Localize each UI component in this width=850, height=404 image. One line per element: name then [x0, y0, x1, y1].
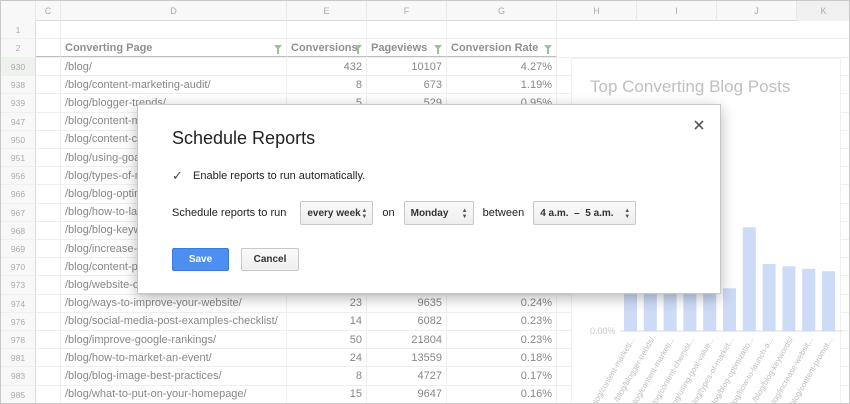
enable-reports-row: ✓ Enable reports to run automatically.: [172, 169, 365, 183]
time-range-select[interactable]: 4 a.m. – 5 a.m. ▲ ▼: [533, 201, 637, 225]
schedule-label: Schedule reports to run: [172, 207, 287, 219]
save-button[interactable]: Save: [172, 248, 229, 271]
schedule-row: Schedule reports to run every week ▲ ▼ on…: [172, 201, 637, 225]
enable-reports-label: Enable reports to run automatically.: [193, 170, 366, 182]
select-arrows-icon: ▲ ▼: [461, 208, 468, 220]
day-select[interactable]: Monday ▲ ▼: [403, 201, 474, 225]
between-label: between: [482, 207, 525, 219]
select-arrows-icon: ▲ ▼: [624, 208, 631, 220]
cancel-button[interactable]: Cancel: [241, 248, 299, 271]
day-value: Monday: [410, 207, 449, 219]
on-label: on: [382, 207, 395, 219]
frequency-select[interactable]: every week ▲ ▼: [300, 201, 374, 225]
spreadsheet-window: C D E F G H I J K 1 2 Converting Page Co…: [0, 0, 850, 404]
dialog-title: Schedule Reports: [172, 128, 316, 148]
schedule-reports-dialog: Schedule Reports ✓ Enable reports to run…: [137, 104, 721, 294]
select-arrows-icon: ▲ ▼: [361, 208, 368, 220]
frequency-value: every week: [307, 207, 361, 219]
close-icon[interactable]: [691, 117, 707, 133]
enable-reports-checkbox[interactable]: ✓: [172, 169, 186, 183]
time-range-value: 4 a.m. – 5 a.m.: [540, 207, 614, 219]
